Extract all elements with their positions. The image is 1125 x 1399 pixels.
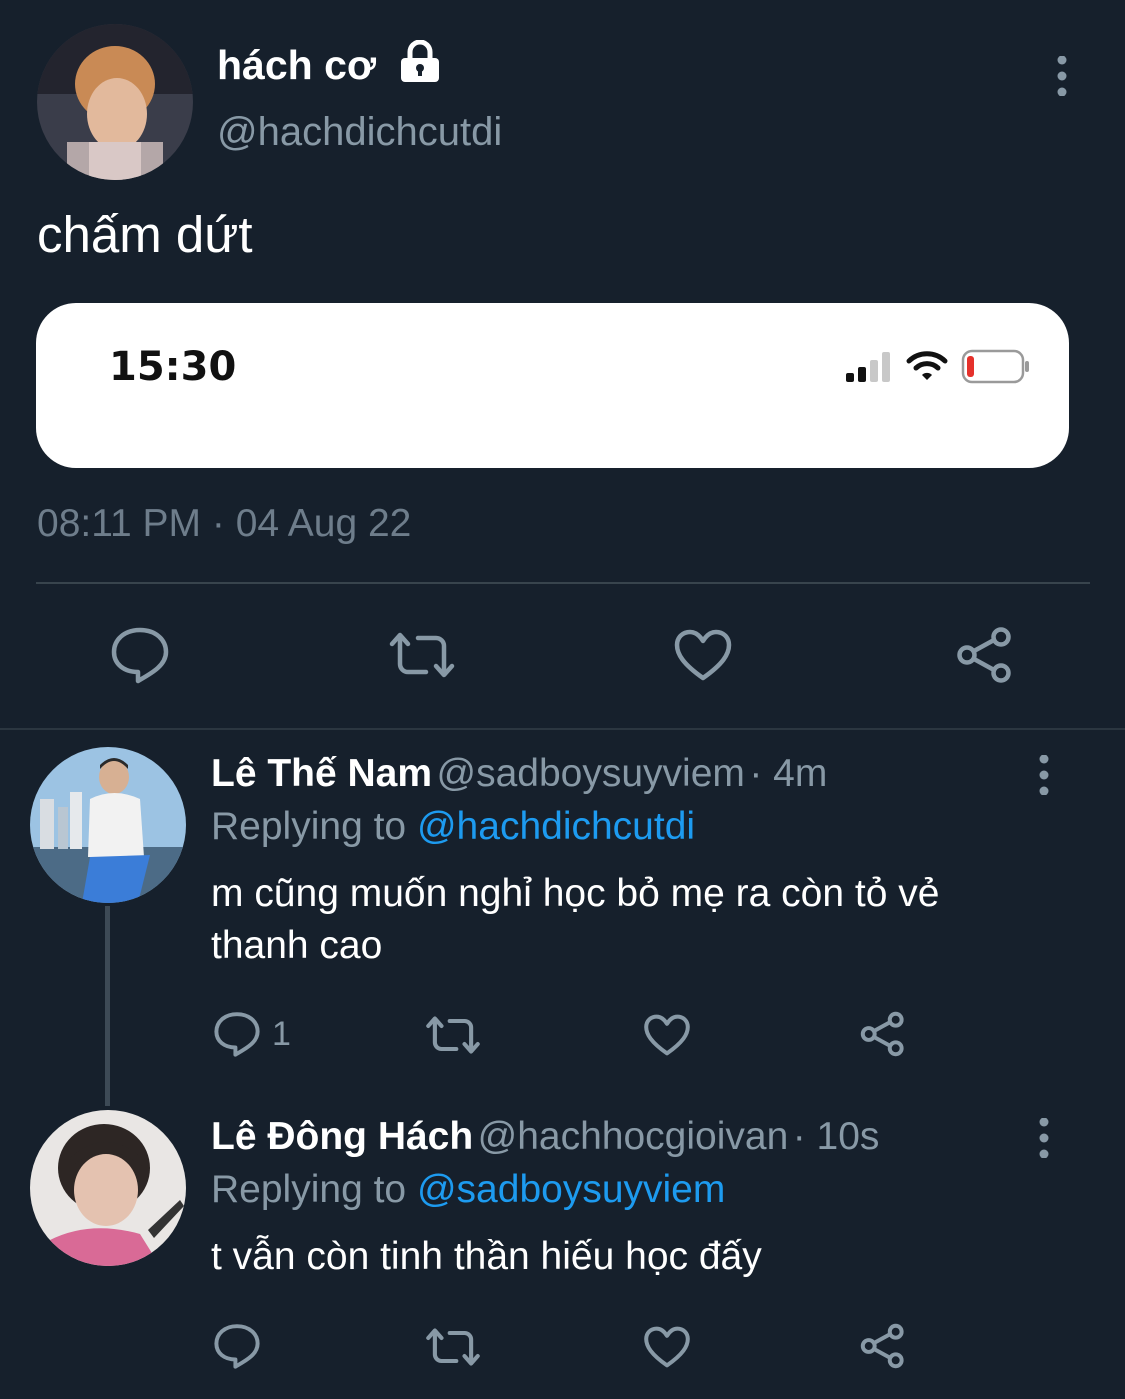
retweet-icon [426, 1016, 480, 1054]
more-options-icon[interactable] [1056, 55, 1068, 97]
share-button[interactable] [955, 626, 1015, 684]
share-icon [860, 1323, 904, 1369]
share-button[interactable] [859, 1323, 907, 1369]
cellular-signal-icon [844, 351, 894, 383]
retweet-icon [389, 632, 455, 678]
divider [36, 582, 1090, 584]
share-icon [860, 1011, 904, 1057]
replying-to-link[interactable]: @hachdichcutdi [417, 805, 695, 848]
retweet-button[interactable] [388, 630, 456, 680]
tweet-timestamp[interactable]: 08:11 PM · 04 Aug 22 [37, 502, 411, 546]
like-icon [644, 1014, 690, 1056]
reply-icon [214, 1324, 260, 1369]
thread-line [105, 906, 110, 1106]
reply-author-avatar[interactable] [30, 747, 186, 903]
replying-to: Replying to @hachdichcutdi [211, 805, 695, 849]
reply-icon [214, 1012, 260, 1057]
reply-button[interactable] [213, 1011, 261, 1057]
author-avatar[interactable] [37, 24, 193, 180]
reply-icon [111, 627, 169, 684]
reply-header: Lê Đông Hách @hachhocgioivan · 10s [211, 1115, 879, 1159]
reply-count: 1 [272, 1015, 291, 1053]
replying-to-link[interactable]: @sadboysuyviem [417, 1168, 725, 1211]
tweet-image[interactable]: 15:30 [36, 303, 1069, 468]
reply-button[interactable] [213, 1323, 261, 1369]
replying-to-label: Replying to [211, 1168, 407, 1211]
replying-to-label: Replying to [211, 805, 407, 848]
retweet-button[interactable] [425, 1326, 481, 1368]
like-icon [674, 629, 732, 681]
like-icon [644, 1326, 690, 1368]
more-options-icon[interactable] [1038, 754, 1050, 796]
reply-author-name[interactable]: Lê Thế Nam [211, 752, 432, 795]
share-button[interactable] [859, 1011, 907, 1057]
reply-text-line: thanh cao [211, 924, 383, 967]
share-icon [957, 627, 1011, 683]
wifi-icon [906, 350, 948, 382]
tweet-text: chấm dứt [37, 206, 253, 263]
reply-text: m cũng muốn nghỉ học bỏ mẹ ra còn tỏ vẻ … [211, 868, 939, 972]
reply-button[interactable] [110, 626, 170, 684]
retweet-icon [426, 1328, 480, 1366]
reply-text-line: t vẫn còn tinh thần hiếu học đấy [211, 1235, 762, 1278]
reply-header: Lê Thế Nam @sadboysuyviem · 4m [211, 752, 827, 796]
reply-author-handle[interactable]: @sadboysuyviem [437, 752, 745, 795]
reply-author-avatar[interactable] [30, 1110, 186, 1266]
replying-to: Replying to @sadboysuyviem [211, 1168, 725, 1212]
reply-author-handle[interactable]: @hachhocgioivan [478, 1115, 789, 1158]
retweet-button[interactable] [425, 1014, 481, 1056]
reply-text-line: m cũng muốn nghỉ học bỏ mẹ ra còn tỏ vẻ [211, 872, 940, 915]
like-button[interactable] [643, 1013, 691, 1057]
lock-icon [399, 39, 441, 84]
like-button[interactable] [643, 1325, 691, 1369]
like-button[interactable] [673, 628, 733, 682]
author-display-name[interactable]: hách cơ [217, 42, 376, 89]
status-bar-time: 15:30 [109, 344, 237, 390]
author-handle[interactable]: @hachdichcutdi [217, 110, 502, 155]
reply-author-name[interactable]: Lê Đông Hách [211, 1115, 473, 1158]
more-options-icon[interactable] [1038, 1117, 1050, 1159]
reply-time: · 4m [749, 752, 828, 795]
reply-text: t vẫn còn tinh thần hiếu học đấy [211, 1231, 762, 1283]
section-divider [0, 728, 1125, 730]
reply-time: · 10s [792, 1115, 880, 1158]
battery-icon [961, 348, 1031, 386]
